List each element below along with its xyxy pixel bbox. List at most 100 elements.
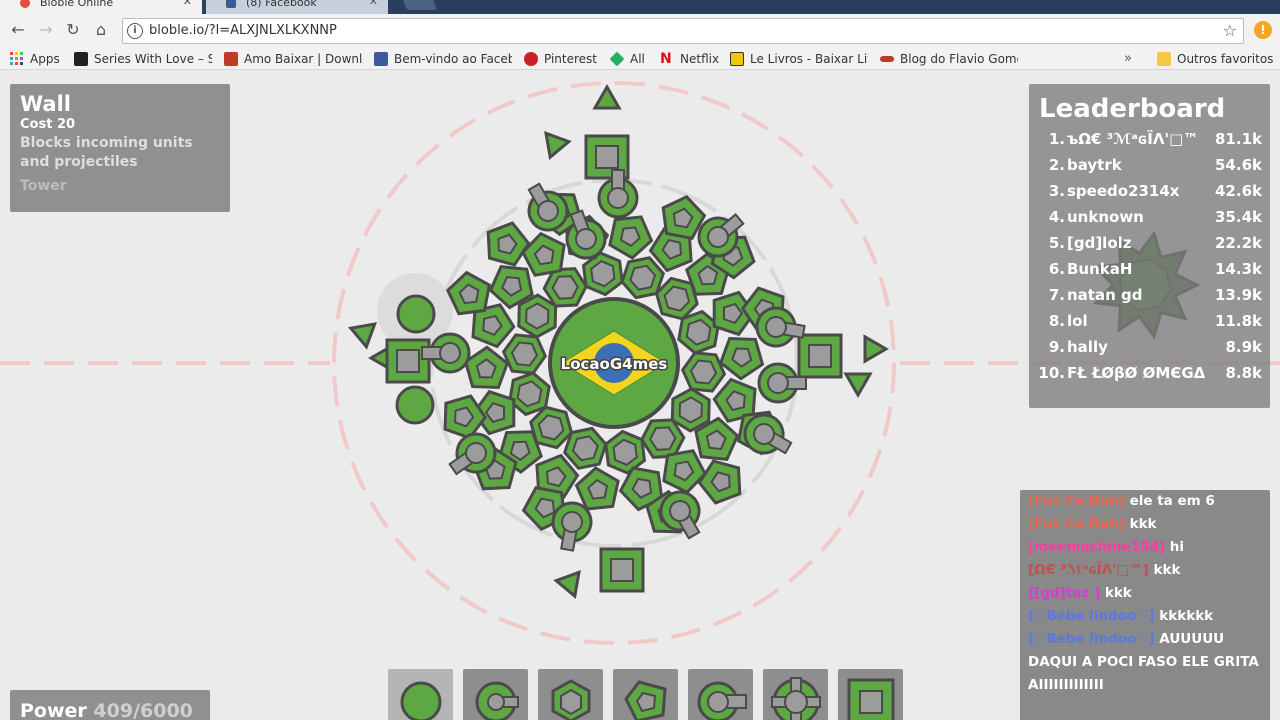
bookmark-blog-flavio[interactable]: Blog do Flavio Gome	[880, 51, 1018, 67]
cross-turret-icon	[771, 677, 821, 720]
leaderboard-score: 8.8k	[1225, 364, 1262, 382]
chat-author: [♡Bebe lindoo♡]	[1028, 631, 1155, 647]
leaderboard-rank: 1.	[1048, 130, 1065, 148]
leaderboard-rank: 3.	[1048, 182, 1065, 200]
wall-tower-core	[396, 349, 420, 373]
chat-text: kkk	[1148, 562, 1181, 578]
tab-title: (8) Facebook	[246, 0, 317, 9]
soldier-unit	[395, 385, 435, 425]
other-bookmarks-folder[interactable]: Outros favoritos	[1157, 51, 1277, 67]
browser-tab-strip: Bloble Online ✕ (8) Facebook ✕	[0, 0, 1280, 14]
cannon-icon	[697, 681, 747, 720]
build-toolbar	[388, 669, 908, 720]
chat-text: ele ta em 6	[1124, 493, 1215, 509]
car-icon	[880, 56, 894, 62]
chat-author: [meemachine184]	[1028, 539, 1166, 555]
slot-wall[interactable]	[838, 669, 903, 720]
pentagon-icon	[624, 680, 667, 720]
tab-bloble[interactable]: Bloble Online ✕	[0, 0, 202, 14]
leaderboard-rank: 10.	[1038, 364, 1065, 382]
bookmark-series[interactable]: Series With Love – Se	[74, 51, 212, 67]
url-text[interactable]: bloble.io/?l=ALXJNLXLKXNNP	[149, 23, 337, 38]
bookmark-amo-baixar[interactable]: Amo Baixar | Downlo	[224, 51, 362, 67]
leaderboard-score: 35.4k	[1215, 208, 1262, 226]
slot-circle[interactable]	[388, 669, 453, 720]
leaderboard-row: 5. [gd]lolz 22.2k	[1037, 230, 1262, 256]
wall-tower-core	[595, 145, 619, 169]
leaderboard-row: 7. natan gd 13.9k	[1037, 282, 1262, 308]
chat-text: hi	[1165, 539, 1185, 555]
bookmark-pinterest[interactable]: Pinterest	[524, 51, 600, 67]
diamond-icon	[610, 51, 625, 67]
facebook-icon	[374, 52, 388, 66]
leaderboard-score: 14.3k	[1215, 260, 1262, 278]
leaderboard-row: 2. baytrk 54.6k	[1037, 152, 1262, 178]
heart-icon	[224, 52, 238, 66]
chat-author: [Fus Ca Dah]	[1028, 516, 1125, 532]
chat-author: [[gd]taz ]	[1028, 585, 1101, 601]
leaderboard-row: 3. speedo2314x 42.6k	[1037, 178, 1262, 204]
chat-message: [♡Bebe lindoo♡] kkkkkk	[1028, 605, 1262, 628]
address-bar[interactable]: i bloble.io/?l=ALXJNLXLKXNNP ☆	[122, 18, 1244, 44]
leaderboard-score: 22.2k	[1215, 234, 1262, 252]
slot-cross-turret[interactable]	[763, 669, 828, 720]
hexagon-icon	[551, 679, 591, 720]
unit-info-panel: Wall Cost 20 Blocks incoming units and p…	[10, 84, 230, 212]
turret-head	[607, 187, 629, 209]
leaderboard-name: [gd]lolz	[1067, 234, 1132, 252]
soldier-unit	[396, 294, 436, 334]
folder-icon	[1157, 52, 1171, 66]
apps-grid-icon	[10, 52, 24, 66]
slot-pentagon[interactable]	[613, 669, 678, 720]
leaderboard-name: BunkaH	[1067, 260, 1133, 278]
triangle-unit	[347, 322, 377, 350]
leaderboard-score: 81.1k	[1215, 130, 1262, 148]
bookmark-netflix[interactable]: N Netflix	[660, 51, 722, 67]
home-icon[interactable]: ⌂	[91, 20, 111, 40]
bookmark-facebook[interactable]: Bem-vindo ao Facebo	[374, 51, 512, 67]
bookmark-all[interactable]: All	[610, 51, 652, 67]
back-arrow-icon[interactable]: ←	[8, 20, 28, 40]
house-tower-core	[612, 438, 638, 466]
new-tab-button[interactable]	[401, 0, 437, 10]
slot-turret[interactable]	[463, 669, 528, 720]
leaderboard-name: FŁ ŁØβØ ØMЄGΔ	[1067, 364, 1206, 382]
bookmark-label: Pinterest	[544, 52, 598, 66]
close-icon[interactable]: ✕	[183, 0, 192, 9]
leaderboard-score: 11.8k	[1215, 312, 1262, 330]
close-icon[interactable]: ✕	[369, 0, 378, 9]
slot-hexagon[interactable]	[538, 669, 603, 720]
circle-unit-icon	[400, 681, 442, 720]
film-icon	[74, 52, 88, 66]
extension-icon[interactable]: !	[1254, 21, 1272, 39]
chat-message: [Fus Ca Dah] ele ta em 6	[1028, 490, 1262, 513]
game-canvas[interactable]: LocaoG4mes Wall Cost 20 Blocks incoming …	[0, 71, 1280, 720]
slot-cannon[interactable]	[688, 669, 753, 720]
bookmark-le-livros[interactable]: Le Livros - Baixar Livr	[730, 51, 868, 67]
house-tower-core	[649, 426, 677, 451]
tab-facebook[interactable]: (8) Facebook ✕	[206, 0, 388, 14]
player-name-label: LocaoG4mes	[561, 355, 668, 373]
info-icon[interactable]: i	[127, 23, 143, 39]
star-icon[interactable]: ☆	[1223, 21, 1237, 40]
power-panel: Power 409/6000	[10, 690, 210, 720]
bookmarks-overflow-button[interactable]: »	[1124, 51, 1132, 66]
facebook-favicon-icon	[226, 0, 236, 8]
chat-message: [Fus Ca Dah] kkk	[1028, 513, 1262, 536]
tab-title: Bloble Online	[40, 0, 114, 9]
leaderboard-rank: 5.	[1048, 234, 1065, 252]
triangle-unit	[843, 372, 873, 399]
reload-icon[interactable]: ↻	[63, 20, 83, 40]
chat-text: kkkkkk	[1154, 608, 1214, 624]
wall-tower-core	[610, 558, 634, 582]
leaderboard-row: 8. lol 11.8k	[1037, 308, 1262, 334]
leaderboard-name: unknown	[1067, 208, 1144, 226]
unit-info-title: Wall	[20, 92, 71, 116]
leaderboard-name: hally	[1067, 338, 1108, 356]
book-icon	[730, 52, 744, 66]
forward-arrow-icon[interactable]: →	[36, 20, 56, 40]
leaderboard-score: 54.6k	[1215, 156, 1262, 174]
power-label: Power	[20, 700, 87, 720]
bookmark-apps[interactable]: Apps	[10, 51, 70, 67]
chat-message: [meemachine184] hi	[1028, 536, 1262, 559]
